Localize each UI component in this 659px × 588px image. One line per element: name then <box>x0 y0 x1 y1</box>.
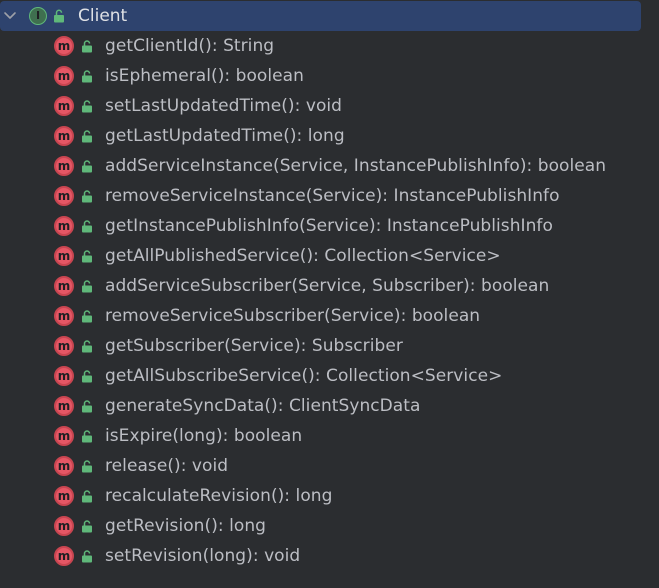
tree-node-method[interactable]: m addServiceSubscriber(Service, Subscribe… <box>0 271 659 301</box>
public-lock-icon <box>82 310 92 323</box>
tree-node-method[interactable]: m removeServiceSubscriber(Service): boole… <box>0 301 659 331</box>
tree-node-method[interactable]: m setLastUpdatedTime(): void <box>0 91 659 121</box>
public-lock-icon <box>82 160 92 173</box>
interface-icon: I <box>29 7 47 25</box>
structure-tree: I Client m getClientId(): String m isEpheme… <box>0 0 659 588</box>
public-lock-icon <box>82 40 92 53</box>
method-icon: m <box>54 426 74 446</box>
method-label: setLastUpdatedTime(): void <box>105 96 343 116</box>
tree-node-client-interface[interactable]: I Client <box>0 1 641 31</box>
public-lock-icon <box>82 280 92 293</box>
method-label: getClientId(): String <box>105 36 275 56</box>
method-label: release(): void <box>105 456 229 476</box>
public-lock-icon <box>82 100 92 113</box>
tree-node-method[interactable]: m setRevision(long): void <box>0 541 659 571</box>
tree-node-label: Client <box>78 6 128 26</box>
method-label: setRevision(long): void <box>105 546 301 566</box>
tree-node-method[interactable]: m getSubscriber(Service): Subscriber <box>0 331 659 361</box>
method-icon: m <box>54 546 74 566</box>
tree-node-method[interactable]: m recalculateRevision(): long <box>0 481 659 511</box>
method-icon: m <box>54 66 74 86</box>
tree-node-method[interactable]: m generateSyncData(): ClientSyncData <box>0 391 659 421</box>
public-lock-icon <box>82 130 92 143</box>
tree-node-method[interactable]: m getClientId(): String <box>0 31 659 61</box>
method-icon: m <box>54 36 74 56</box>
public-lock-icon <box>82 400 92 413</box>
method-icon: m <box>54 126 74 146</box>
method-icon: m <box>54 486 74 506</box>
method-icon: m <box>54 156 74 176</box>
tree-node-method[interactable]: m getAllPublishedService(): Collection<Se… <box>0 241 659 271</box>
method-icon: m <box>54 216 74 236</box>
method-icon: m <box>54 336 74 356</box>
tree-node-method[interactable]: m removeServiceInstance(Service): Instanc… <box>0 181 659 211</box>
tree-node-method[interactable]: m getLastUpdatedTime(): long <box>0 121 659 151</box>
public-lock-icon <box>82 190 92 203</box>
method-label: getRevision(): long <box>105 516 266 536</box>
public-lock-icon <box>54 9 64 23</box>
method-label: getAllSubscribeService(): Collection<Ser… <box>105 366 503 386</box>
tree-node-method[interactable]: m getAllSubscribeService(): Collection<Se… <box>0 361 659 391</box>
method-label: isExpire(long): boolean <box>105 426 303 446</box>
public-lock-icon <box>82 520 92 533</box>
tree-node-method[interactable]: m getRevision(): long <box>0 511 659 541</box>
method-label: getAllPublishedService(): Collection<Ser… <box>105 246 501 266</box>
method-label: removeServiceInstance(Service): Instance… <box>105 186 560 206</box>
tree-node-method[interactable]: m addServiceInstance(Service, InstancePub… <box>0 151 659 181</box>
method-icon: m <box>54 366 74 386</box>
public-lock-icon <box>82 550 92 563</box>
method-icon: m <box>54 186 74 206</box>
method-icon: m <box>54 246 74 266</box>
method-label: recalculateRevision(): long <box>105 486 333 506</box>
method-icon: m <box>54 96 74 116</box>
method-icon: m <box>54 276 74 296</box>
public-lock-icon <box>82 430 92 443</box>
tree-node-method[interactable]: m release(): void <box>0 451 659 481</box>
method-label: removeServiceSubscriber(Service): boolea… <box>105 306 481 326</box>
chevron-down-icon[interactable] <box>3 9 17 23</box>
tree-node-method[interactable]: m isExpire(long): boolean <box>0 421 659 451</box>
public-lock-icon <box>82 70 92 83</box>
method-label: addServiceSubscriber(Service, Subscriber… <box>105 276 550 296</box>
tree-node-method[interactable]: m getInstancePublishInfo(Service): Instan… <box>0 211 659 241</box>
method-label: getLastUpdatedTime(): long <box>105 126 345 146</box>
method-label: getInstancePublishInfo(Service): Instanc… <box>105 216 553 236</box>
public-lock-icon <box>82 340 92 353</box>
method-label: isEphemeral(): boolean <box>105 66 304 86</box>
method-label: addServiceInstance(Service, InstancePubl… <box>105 156 607 176</box>
method-icon: m <box>54 516 74 536</box>
method-label: generateSyncData(): ClientSyncData <box>105 396 421 416</box>
public-lock-icon <box>82 490 92 503</box>
tree-node-method[interactable]: m isEphemeral(): boolean <box>0 61 659 91</box>
method-label: getSubscriber(Service): Subscriber <box>105 336 403 356</box>
method-icon: m <box>54 396 74 416</box>
public-lock-icon <box>82 370 92 383</box>
method-icon: m <box>54 456 74 476</box>
public-lock-icon <box>82 460 92 473</box>
public-lock-icon <box>82 220 92 233</box>
method-icon: m <box>54 306 74 326</box>
public-lock-icon <box>82 250 92 263</box>
